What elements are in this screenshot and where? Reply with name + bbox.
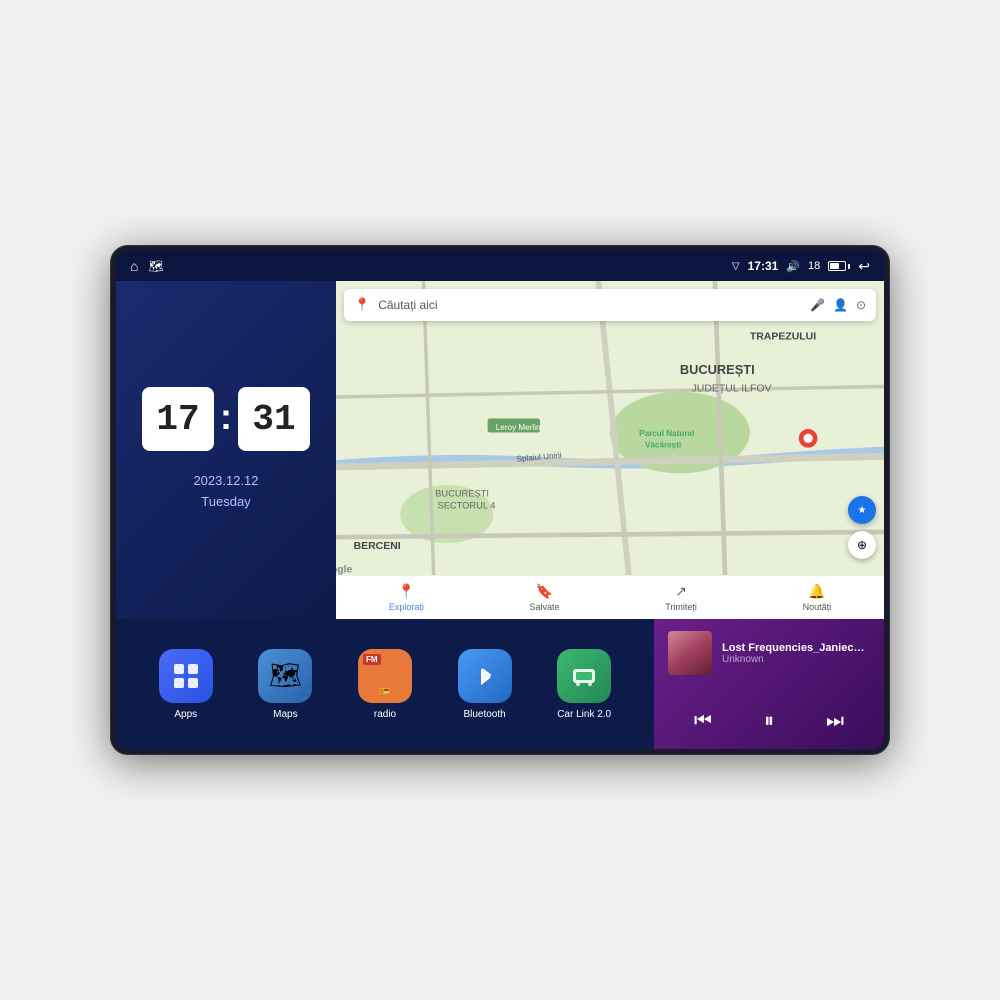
mic-icon[interactable]: 🎤 bbox=[810, 298, 825, 312]
svg-text:Parcul Natural: Parcul Natural bbox=[639, 429, 694, 438]
date-display: 2023.12.12 Tuesday bbox=[193, 471, 258, 513]
clock-minutes: 31 bbox=[238, 387, 310, 451]
map-panel: BUCUREȘTI JUDEȚUL ILFOV BERCENI TRAPEZUL… bbox=[336, 281, 884, 619]
map-footer-explore[interactable]: 📍 Explorați bbox=[389, 583, 424, 612]
svg-text:BUCUREȘTI: BUCUREȘTI bbox=[680, 362, 755, 377]
apps-dock: Apps 🗺 Maps FM 📻 bbox=[116, 619, 654, 749]
time-display: 17:31 bbox=[748, 259, 779, 273]
map-pin-icon: 📍 bbox=[354, 297, 370, 313]
map-search-icons: 🎤 👤 ⊙ bbox=[810, 298, 866, 312]
music-controls: ⏮ ⏸ ⏭ bbox=[668, 706, 870, 737]
signal-icon: ▽ bbox=[732, 261, 740, 272]
svg-text:Google: Google bbox=[336, 564, 353, 575]
map-footer-send[interactable]: ↗ Trimiteți bbox=[665, 583, 697, 612]
clock-panel: 17 : 31 2023.12.12 Tuesday bbox=[116, 281, 336, 619]
svg-text:JUDEȚUL ILFOV: JUDEȚUL ILFOV bbox=[692, 384, 772, 395]
music-thumbnail bbox=[668, 631, 712, 675]
volume-icon: 🔊 bbox=[786, 260, 800, 273]
music-title: Lost Frequencies_Janieck Devy-... bbox=[722, 642, 870, 654]
date-value: 2023.12.12 bbox=[193, 471, 258, 492]
bluetooth-icon bbox=[458, 649, 512, 703]
screen: ⌂ 🗺 ▽ 17:31 🔊 18 ↩ bbox=[116, 251, 884, 749]
play-pause-button[interactable]: ⏸ bbox=[756, 706, 782, 737]
top-section: 17 : 31 2023.12.12 Tuesday bbox=[116, 281, 884, 619]
apps-icon bbox=[159, 649, 213, 703]
send-label: Trimiteți bbox=[665, 602, 697, 612]
send-icon: ↗ bbox=[675, 583, 687, 600]
app-item-carlink[interactable]: Car Link 2.0 bbox=[557, 649, 611, 720]
bottom-section: Apps 🗺 Maps FM 📻 bbox=[116, 619, 884, 749]
maps-nav-icon[interactable]: 🗺 bbox=[148, 259, 163, 273]
next-button[interactable]: ⏭ bbox=[818, 706, 852, 737]
music-artist: Unknown bbox=[722, 654, 870, 665]
news-label: Noutăți bbox=[803, 602, 832, 612]
saved-label: Salvate bbox=[530, 602, 560, 612]
saved-icon: 🔖 bbox=[536, 583, 553, 600]
music-player: Lost Frequencies_Janieck Devy-... Unknow… bbox=[654, 619, 884, 749]
volume-level: 18 bbox=[808, 260, 820, 272]
carlink-icon bbox=[557, 649, 611, 703]
home-icon[interactable]: ⌂ bbox=[130, 258, 138, 274]
clock-hours: 17 bbox=[142, 387, 214, 451]
explore-icon: 📍 bbox=[398, 583, 415, 600]
navigate-button[interactable]: ★ bbox=[848, 496, 876, 524]
svg-text:Văcărești: Văcărești bbox=[645, 441, 681, 450]
map-search-bar[interactable]: 📍 Căutați aici 🎤 👤 ⊙ bbox=[344, 289, 876, 321]
svg-text:SECTORUL 4: SECTORUL 4 bbox=[438, 500, 496, 510]
explore-label: Explorați bbox=[389, 602, 424, 612]
map-footer: 📍 Explorați 🔖 Salvate ↗ Trimiteți 🔔 bbox=[336, 575, 884, 619]
map-footer-news[interactable]: 🔔 Noutăți bbox=[803, 583, 832, 612]
status-bar: ⌂ 🗺 ▽ 17:31 🔊 18 ↩ bbox=[116, 251, 884, 281]
svg-text:BUCUREȘTI: BUCUREȘTI bbox=[435, 489, 489, 499]
app-item-radio[interactable]: FM 📻 radio bbox=[358, 649, 412, 720]
svg-text:Leroy Merlin: Leroy Merlin bbox=[496, 423, 541, 432]
clock-colon: : bbox=[220, 396, 232, 438]
day-value: Tuesday bbox=[193, 492, 258, 513]
music-info: Lost Frequencies_Janieck Devy-... Unknow… bbox=[668, 631, 870, 675]
svg-text:BERCENI: BERCENI bbox=[354, 541, 401, 552]
search-text: Căutați aici bbox=[378, 298, 802, 312]
main-content: 17 : 31 2023.12.12 Tuesday bbox=[116, 281, 884, 749]
album-art bbox=[668, 631, 712, 675]
music-text: Lost Frequencies_Janieck Devy-... Unknow… bbox=[722, 642, 870, 665]
nav-buttons: ⌂ 🗺 bbox=[130, 258, 164, 274]
news-icon: 🔔 bbox=[808, 583, 825, 600]
car-head-unit: ⌂ 🗺 ▽ 17:31 🔊 18 ↩ bbox=[110, 245, 890, 755]
carlink-label: Car Link 2.0 bbox=[557, 709, 611, 720]
map-footer-saved[interactable]: 🔖 Salvate bbox=[530, 583, 560, 612]
svg-text:TRAPEZULUI: TRAPEZULUI bbox=[750, 331, 816, 342]
map-background: BUCUREȘTI JUDEȚUL ILFOV BERCENI TRAPEZUL… bbox=[336, 281, 884, 619]
layers-icon[interactable]: ⊙ bbox=[856, 298, 866, 312]
battery-icon bbox=[828, 261, 850, 271]
maps-icon: 🗺 bbox=[258, 649, 312, 703]
app-item-maps[interactable]: 🗺 Maps bbox=[258, 649, 312, 720]
radio-icon: FM 📻 bbox=[358, 649, 412, 703]
account-icon[interactable]: 👤 bbox=[833, 298, 848, 312]
bluetooth-label: Bluetooth bbox=[463, 709, 505, 720]
status-right: ▽ 17:31 🔊 18 ↩ bbox=[732, 258, 870, 275]
app-item-apps[interactable]: Apps bbox=[159, 649, 213, 720]
radio-label: radio bbox=[374, 709, 396, 720]
maps-label: Maps bbox=[273, 709, 297, 720]
compass-button[interactable]: ⊕ bbox=[848, 531, 876, 559]
clock-display: 17 : 31 bbox=[142, 387, 310, 451]
apps-label: Apps bbox=[174, 709, 197, 720]
back-icon[interactable]: ↩ bbox=[858, 258, 870, 275]
prev-button[interactable]: ⏮ bbox=[686, 706, 720, 737]
app-item-bluetooth[interactable]: Bluetooth bbox=[458, 649, 512, 720]
